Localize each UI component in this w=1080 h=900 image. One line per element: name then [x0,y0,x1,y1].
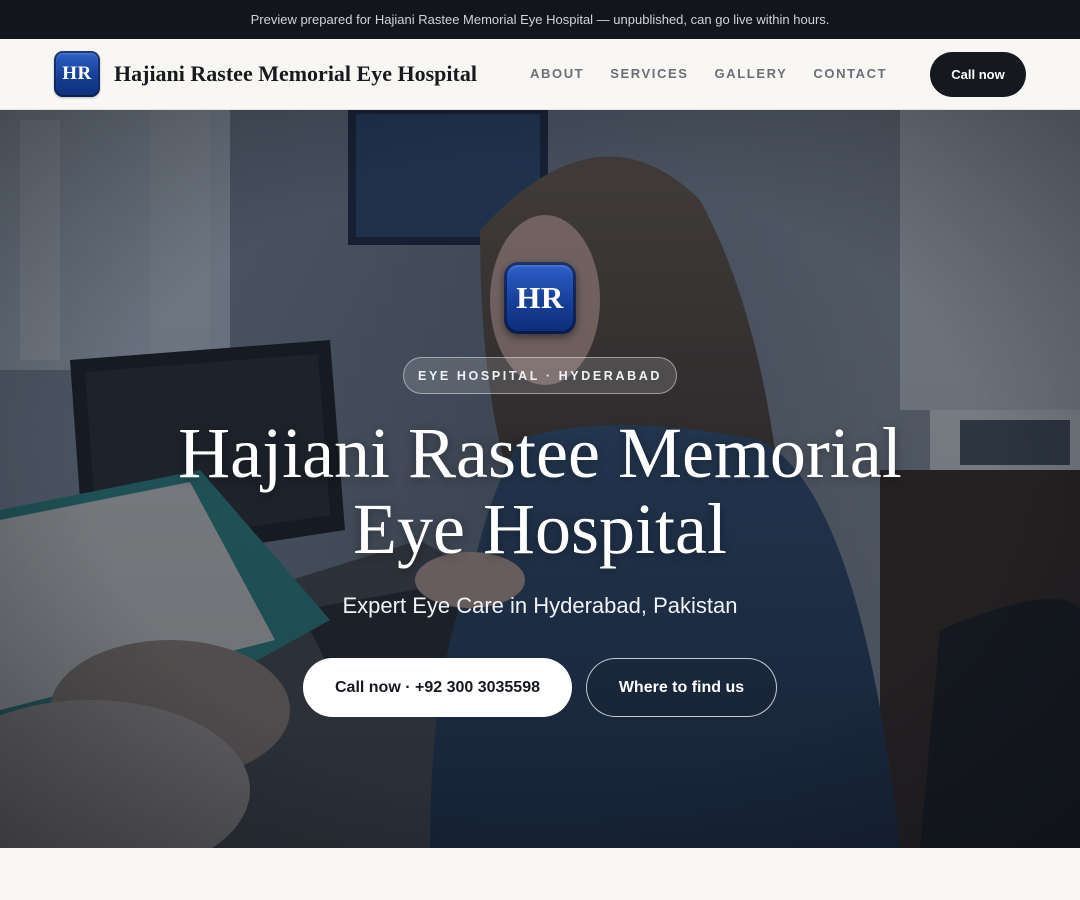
hero-title: Hajiani Rastee Memorial Eye Hospital [90,415,990,567]
site-header: HR Hajiani Rastee Memorial Eye Hospital … [0,39,1080,110]
hero-title-line-2: Eye Hospital [353,489,727,569]
site-title[interactable]: Hajiani Rastee Memorial Eye Hospital [114,61,477,87]
logo-badge[interactable]: HR [54,51,100,97]
hero-directions-button[interactable]: Where to find us [586,658,777,717]
next-section [0,848,1080,900]
preview-banner: Preview prepared for Hajiani Rastee Memo… [0,0,1080,39]
hero-logo-badge: HR [504,262,576,334]
nav-contact[interactable]: CONTACT [813,66,887,81]
hero-logo-initials: HR [516,280,564,315]
hero-category-pill: EYE HOSPITAL · HYDERABAD [403,357,677,394]
hero-subtitle: Expert Eye Care in Hyderabad, Pakistan [342,593,738,618]
nav-about[interactable]: ABOUT [530,66,584,81]
hero-section: HR EYE HOSPITAL · HYDERABAD Hajiani Rast… [0,110,1080,848]
logo-initials: HR [62,63,92,84]
hero-title-line-1: Hajiani Rastee Memorial [178,413,902,493]
nav-gallery[interactable]: GALLERY [715,66,788,81]
header-call-button[interactable]: Call now [930,52,1026,97]
hero-call-button[interactable]: Call now · +92 300 3035598 [303,658,572,717]
main-nav: ABOUT SERVICES GALLERY CONTACT [530,66,913,81]
nav-services[interactable]: SERVICES [610,66,688,81]
preview-banner-text: Preview prepared for Hajiani Rastee Memo… [250,12,830,27]
